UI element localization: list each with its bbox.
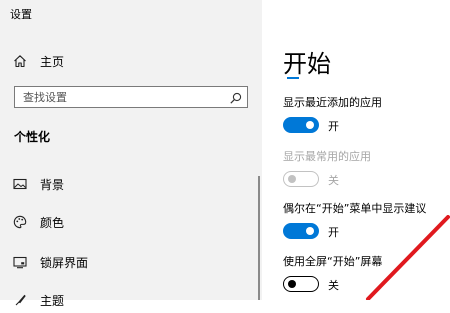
search-icon[interactable] [229, 90, 243, 104]
theme-icon [12, 292, 28, 308]
sidebar-item-label: 主页 [40, 54, 65, 69]
sidebar-scrollbar[interactable] [258, 176, 260, 300]
sidebar-item-label: 主题 [40, 293, 65, 308]
sidebar-item-lock-screen[interactable]: 锁屏界面 [0, 249, 262, 275]
toggle-knob [306, 121, 314, 129]
toggle-state-suggestions: 开 [328, 226, 339, 239]
home-icon [12, 53, 28, 69]
sidebar-item-themes[interactable]: 主题 [0, 287, 262, 313]
toggle-state-fullscreen-start: 关 [328, 279, 339, 292]
sidebar-item-label: 锁屏界面 [40, 255, 89, 270]
toggle-knob [288, 279, 296, 288]
toggle-suggestions[interactable] [283, 223, 319, 239]
annotation-arrow-icon [366, 215, 450, 300]
sidebar-item-background[interactable]: 背景 [0, 171, 262, 197]
setting-label-recent-apps: 显示最近添加的应用 [283, 96, 382, 109]
scroll-indicator [287, 77, 299, 79]
sidebar-item-label: 背景 [40, 177, 65, 192]
section-title: 个性化 [14, 130, 51, 144]
settings-sidebar: 设置 主页 个性化 背景 [0, 0, 262, 308]
toggle-state-recent-apps: 开 [328, 120, 339, 133]
page-title: 开始 [283, 50, 331, 78]
setting-label-most-used-apps: 显示最常用的应用 [283, 150, 371, 163]
lock-screen-icon [12, 254, 28, 270]
image-icon [12, 176, 28, 192]
toggle-knob [288, 174, 296, 183]
toggle-fullscreen-start[interactable] [283, 276, 319, 292]
sidebar-item-home[interactable]: 主页 [0, 48, 262, 74]
sidebar-item-colors[interactable]: 颜色 [0, 209, 262, 235]
toggle-most-used-apps[interactable] [283, 171, 319, 187]
search-box[interactable] [14, 86, 248, 108]
palette-icon [12, 214, 28, 230]
sidebar-item-label: 颜色 [40, 215, 65, 230]
window-title: 设置 [10, 8, 32, 21]
search-input[interactable] [23, 89, 223, 105]
toggle-knob [306, 227, 314, 235]
setting-label-suggestions: 偶尔在“开始”菜单中显示建议 [283, 202, 427, 215]
toggle-state-most-used-apps: 关 [328, 174, 339, 187]
toggle-recent-apps[interactable] [283, 117, 319, 133]
